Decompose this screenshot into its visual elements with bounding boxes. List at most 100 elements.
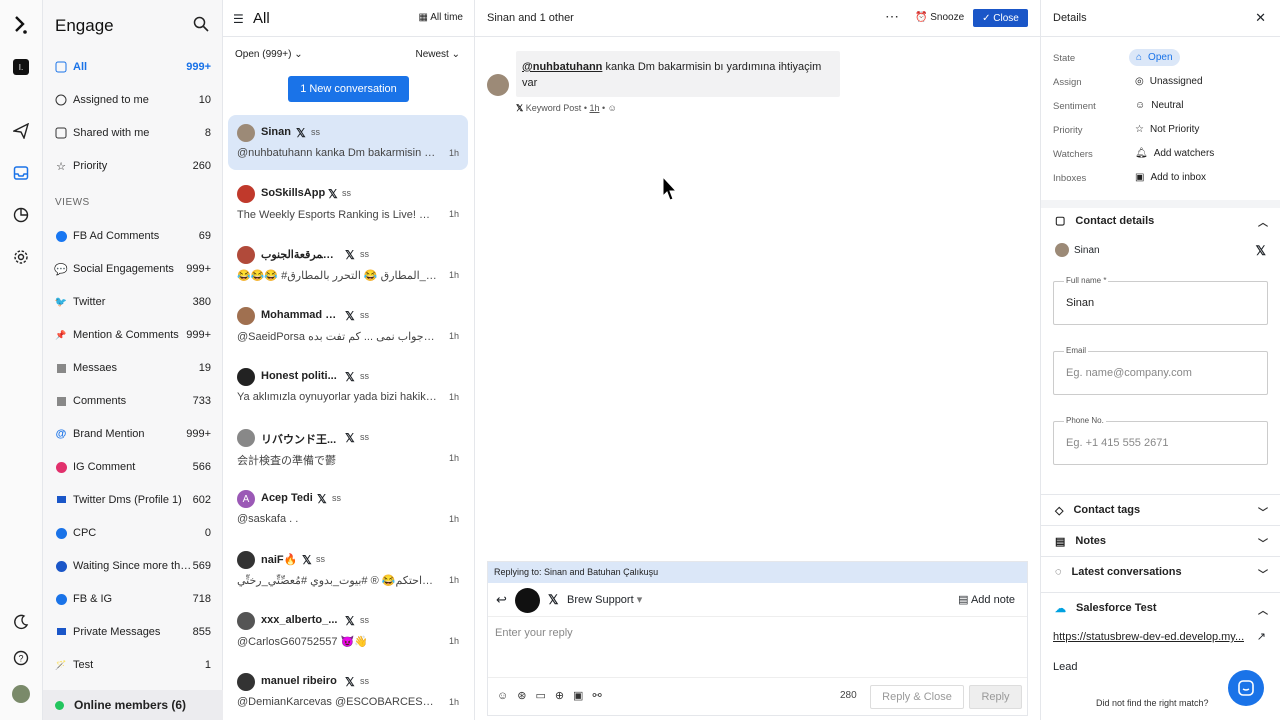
contact-details-section[interactable]: ▢ Contact details ︿ [1041,205,1280,236]
settings-gear-icon[interactable] [10,246,32,268]
conversation-item[interactable]: Honest politi... 𝕏 ss Ya aklımızla oynuy… [228,359,468,414]
status-filter-dropdown[interactable]: Open (999+) ⌄ [235,49,303,60]
sidebar-item-all[interactable]: All 999+ [43,52,223,82]
sidebar-item-shared[interactable]: Shared with me 8 [43,118,223,148]
conversation-item[interactable]: صمرقعةالجنوب✌️... 𝕏 ss 😂😂😂 #حادث_فلم_الم… [228,237,468,292]
dark-mode-icon[interactable] [10,611,32,633]
more-options-icon[interactable]: ⋯ [885,8,899,25]
sort-dropdown[interactable]: Newest ⌄ [415,49,460,60]
sidebar-item-priority[interactable]: ☆ Priority 260 [43,151,223,181]
conversation-item[interactable]: A Acep Tedi 𝕏 ss @saskafa . . 1h [228,481,468,536]
view-twitter[interactable]: 🐦 Twitter 380 [43,287,223,317]
list-icon [55,395,67,407]
state-badge[interactable]: ⌂ Open [1129,49,1180,66]
email-field[interactable]: Email Eg. name@company.com [1053,346,1268,395]
user-circle-icon: ◎ [1135,76,1144,87]
view-cpc[interactable]: CPC 0 [43,518,223,548]
conversation-item[interactable]: Sinan 𝕏 ss @nuhbatuhann kanka Dm bakarmi… [228,115,468,170]
conversation-item[interactable]: naiF🔥 𝕏 ss اسمع اقتراحتكم😂 ® #بيوت_بدوي … [228,542,468,597]
x-logo-icon: 𝕏 [345,614,355,628]
all-time-filter[interactable]: ▦ All time [419,12,463,23]
reaction-emoji-icon[interactable]: ☺ [608,103,617,113]
snooze-button[interactable]: ⏰ Snooze [915,12,964,23]
analytics-icon[interactable] [10,204,32,226]
salesforce-link[interactable]: https://statusbrew-dev-ed.develop.my... [1053,631,1244,643]
x-logo-icon: 𝕏 [345,309,355,323]
view-fb-ad-comments[interactable]: FB Ad Comments 69 [43,221,223,251]
message-time-link[interactable]: 1h [589,103,599,113]
assign-row: Assign ◎ Unassigned [1053,76,1203,88]
view-messaes[interactable]: Messaes 19 [43,353,223,383]
publish-icon[interactable] [10,120,32,142]
view-social-engagements[interactable]: 💬 Social Engagements 999+ [43,254,223,284]
full-name-field[interactable]: Full name * Sinan [1053,276,1268,325]
tag-icon: ◇ [1055,504,1064,517]
view-fb-ig[interactable]: FB & IG 718 [43,584,223,614]
latest-conversations-section[interactable]: ◌ Latest conversations ﹀ [1041,556,1280,587]
conversation-item[interactable]: manuel ribeiro 𝕏 ss @DemianKarcevas @ESC… [228,664,468,719]
statusbrew-logo-icon[interactable] [10,14,32,36]
clock-icon [55,560,67,572]
view-private-messages[interactable]: Private Messages 855 [43,617,223,647]
view-comments[interactable]: Comments 733 [43,386,223,416]
salesforce-cloud-icon: ☁ [1055,602,1066,615]
add-to-inbox-button[interactable]: ▣ Add to inbox [1135,172,1206,183]
support-chat-button[interactable] [1228,670,1264,706]
contact-card-icon: ▢ [1055,215,1066,227]
view-ig-comment[interactable]: IG Comment 566 [43,452,223,482]
view-twitter-dms[interactable]: Twitter Dms (Profile 1) 602 [43,485,223,515]
reply-arrow-icon[interactable]: ↩ [496,592,507,608]
avatar [237,368,255,386]
x-logo-icon: 𝕏 [296,126,306,140]
x-logo-icon: 𝕏 [302,553,312,567]
conversation-item[interactable]: リバウンド王... 𝕏 ss 会計検査の準備で鬱 1h [228,420,468,475]
workspace-icon[interactable]: I. [10,56,32,78]
contact-tags-section[interactable]: ◇ Contact tags ﹀ [1041,494,1280,525]
phone-field[interactable]: Phone No. Eg. +1 415 555 2671 [1053,416,1268,465]
conversation-header: Sinan and 1 other ⋯ ⏰ Snooze ✓ Close [475,0,1040,37]
mention-link[interactable]: @nuhbatuhann [522,61,602,73]
view-brand-mention[interactable]: @ Brand Mention 999+ [43,419,223,449]
conversation-item[interactable]: SoSkillsApp 𝕏 ss The Weekly Esports Rank… [228,176,468,231]
reply-and-close-button[interactable]: Reply & Close [870,685,964,709]
priority-row: Priority ☆ Not Priority [1053,124,1200,136]
note-icon: ▤ [1055,535,1066,548]
priority-dropdown[interactable]: ☆ Not Priority [1135,124,1199,135]
star-icon: ☆ [1135,124,1144,135]
view-test[interactable]: 🪄 Test 1 [43,650,223,680]
x-logo-icon: 𝕏 [1255,243,1266,258]
account-selector[interactable]: Brew Support ▾ [567,593,642,606]
sidebar-item-assigned[interactable]: Assigned to me 10 [43,85,223,115]
menu-icon[interactable]: ☰ [233,12,244,26]
views-heading: VIEWS [55,197,90,208]
online-members[interactable]: Online members (6) [43,690,223,720]
calendar-icon: ▦ [418,12,431,23]
x-logo-icon: 𝕏 [345,431,355,445]
message-author-avatar [487,74,509,96]
list-icon [55,362,67,374]
notes-section[interactable]: ▤ Notes ﹀ [1041,525,1280,556]
add-watchers-button[interactable]: 🔔︎ Add watchers [1135,148,1214,159]
chevron-down-icon: ﹀ [1258,508,1268,519]
sentiment-dropdown[interactable]: ☺ Neutral [1135,100,1183,111]
inbox-icon[interactable] [10,162,32,184]
not-found-text[interactable]: Did not find the right match? [1096,698,1209,708]
conversation-item[interactable]: xxx_alberto_... 𝕏 ss @CarlosG60752557 😈👋… [228,603,468,658]
reply-input[interactable]: Enter your reply [495,627,573,639]
salesforce-section[interactable]: ☁ Salesforce Test ︿ [1041,592,1280,623]
close-icon[interactable]: ✕ [1255,10,1266,26]
external-link-icon[interactable]: ↗ [1257,630,1266,643]
help-icon[interactable]: ? [10,647,32,669]
close-conversation-button[interactable]: ✓ Close [973,9,1028,27]
new-conversation-button[interactable]: 1 New conversation [288,76,409,102]
composer-tool-icons[interactable]: ☺⊛▭⊕▣⚯ [497,689,611,702]
assign-dropdown[interactable]: ◎ Unassigned [1135,76,1203,87]
view-mention-comments[interactable]: 📌 Mention & Comments 999+ [43,320,223,350]
avatar [237,673,255,691]
reply-button[interactable]: Reply [969,685,1022,709]
user-avatar[interactable] [10,683,32,705]
add-note-button[interactable]: ▤ Add note [958,593,1015,606]
conversation-item[interactable]: Mohammad S... 𝕏 ss @SaeidPorsa یه اینجور… [228,298,468,353]
view-waiting-since[interactable]: Waiting Since more tha... 569 [43,551,223,581]
search-icon[interactable] [193,16,209,35]
